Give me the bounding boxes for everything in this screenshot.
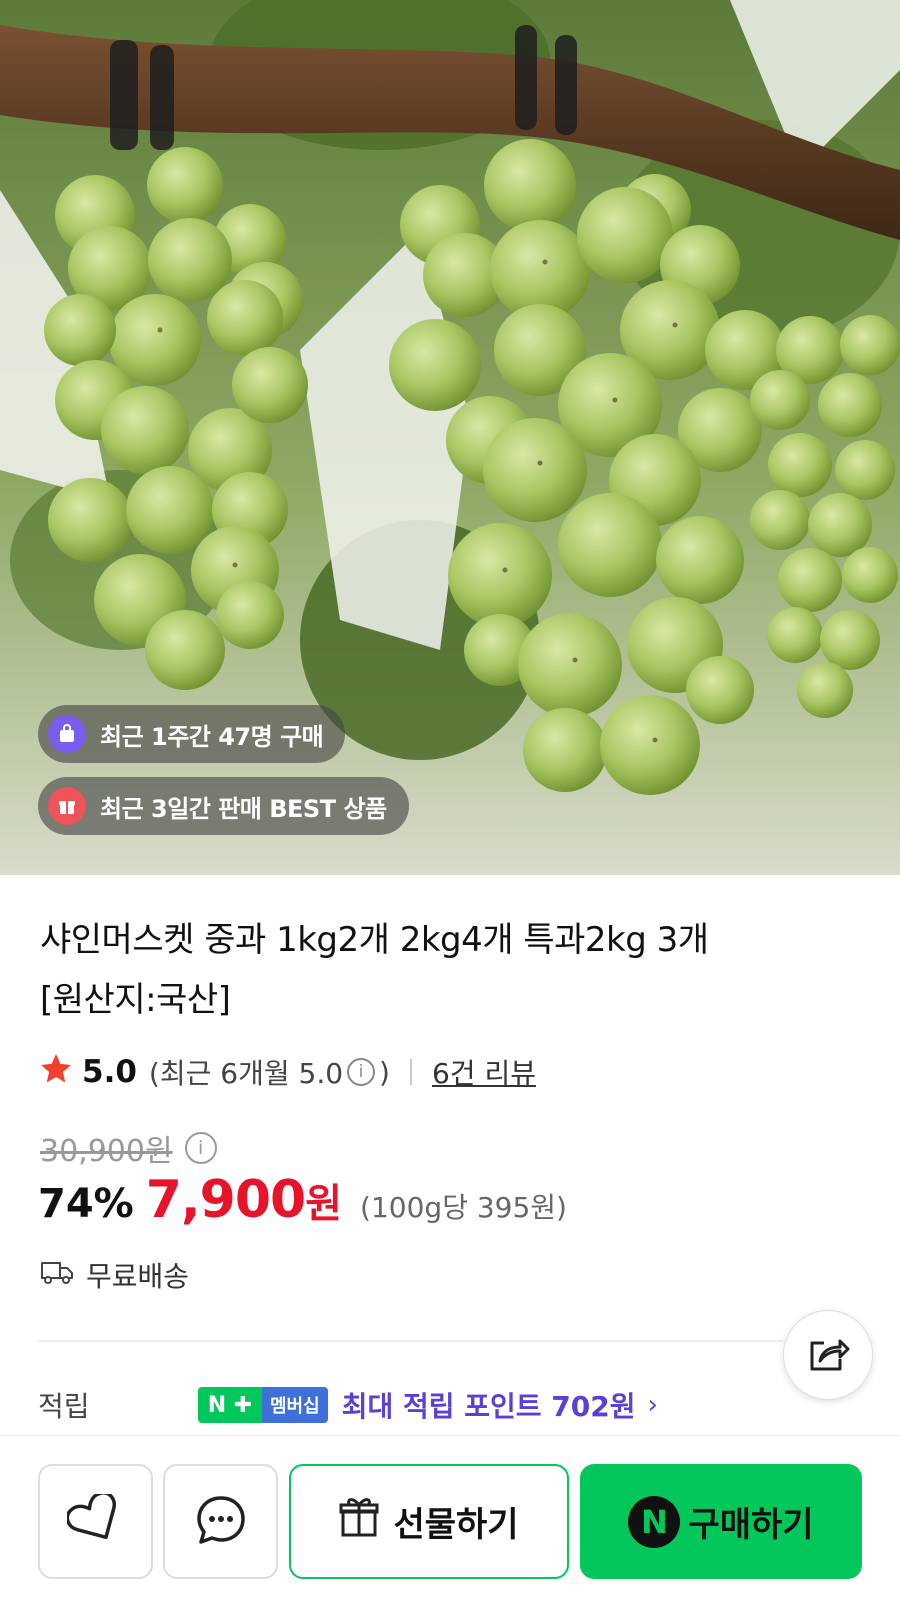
shipping-label: 무료배송 <box>86 1260 190 1293</box>
best-seller-badge: 최근 3일간 판매 BEST 상품 <box>38 777 409 835</box>
info-icon[interactable]: i <box>347 1058 376 1086</box>
gift-box-icon <box>48 787 86 825</box>
points-label: 적립 <box>38 1390 90 1423</box>
shopping-bag-icon <box>48 715 86 753</box>
badge-label: 최근 3일간 판매 BEST 상품 <box>100 794 387 823</box>
bottom-action-bar: 선물하기 N 구매하기 <box>0 1435 900 1600</box>
max-points-text[interactable]: 최대 적립 포인트 702원 <box>342 1385 636 1425</box>
rating-score: 5.0 <box>82 1054 137 1090</box>
gift-icon <box>339 1495 393 1548</box>
talk-inquiry-button[interactable] <box>163 1464 278 1579</box>
gift-button[interactable]: 선물하기 <box>289 1464 569 1579</box>
recent-rating-close: ) <box>379 1055 390 1089</box>
heart-icon <box>65 1490 125 1550</box>
review-count-link[interactable]: 6건 리뷰 <box>432 1052 536 1092</box>
gift-label: 선물하기 <box>393 1505 519 1545</box>
unit-price: (100g당 395원) <box>360 1191 567 1224</box>
naver-pay-logo-icon: N <box>628 1495 681 1548</box>
delivery-truck-icon <box>40 1259 86 1292</box>
divider <box>409 1059 412 1085</box>
product-title-line1: 샤인머스켓 중과 1kg2개 2kg4개 특과2kg 3개 <box>40 920 709 960</box>
buy-label: 구매하기 <box>688 1505 814 1545</box>
membership-badge: 멤버십 <box>262 1387 328 1423</box>
recent-rating: (최근 6개월 5.0 <box>148 1057 344 1090</box>
price-info-icon[interactable]: i <box>184 1132 217 1164</box>
rating-row: 5.0 (최근 6개월 5.0 i ) 6건 리뷰 <box>38 1052 536 1092</box>
original-price: 30,900원 i <box>40 1126 217 1170</box>
product-image[interactable]: 최근 1주간 47명 구매 최근 3일간 판매 BEST 상품 <box>0 0 900 875</box>
badge-label: 최근 1주간 47명 구매 <box>100 722 324 751</box>
section-divider <box>38 1340 783 1342</box>
shipping-info: 무료배송 <box>40 1255 189 1295</box>
share-button[interactable] <box>783 1310 873 1400</box>
original-price-value: 30,900원 <box>40 1134 173 1169</box>
discount-rate: 74% <box>38 1181 134 1227</box>
sale-price: 7,900 <box>145 1170 306 1230</box>
points-row[interactable]: 적립 N ✚ 멤버십 최대 적립 포인트 702원 › <box>38 1383 658 1427</box>
buy-button[interactable]: N 구매하기 <box>580 1464 862 1579</box>
currency-label: 원 <box>305 1181 343 1227</box>
naver-plus-membership-badge: N ✚ 멤버십 <box>198 1387 328 1423</box>
share-icon <box>806 1333 850 1377</box>
chevron-right-icon: › <box>647 1390 658 1420</box>
wishlist-button[interactable] <box>38 1464 153 1579</box>
n-plus-badge: N ✚ <box>198 1387 262 1423</box>
chat-bubble-icon <box>194 1493 248 1551</box>
star-icon <box>38 1051 74 1094</box>
product-title-line2: [원산지:국산] <box>40 980 231 1020</box>
recent-purchase-badge: 최근 1주간 47명 구매 <box>38 705 346 763</box>
product-title: 샤인머스켓 중과 1kg2개 2kg4개 특과2kg 3개 [원산지:국산] <box>40 910 860 1030</box>
sale-price-row: 74% 7,900 원 (100g당 395원) <box>38 1170 567 1232</box>
